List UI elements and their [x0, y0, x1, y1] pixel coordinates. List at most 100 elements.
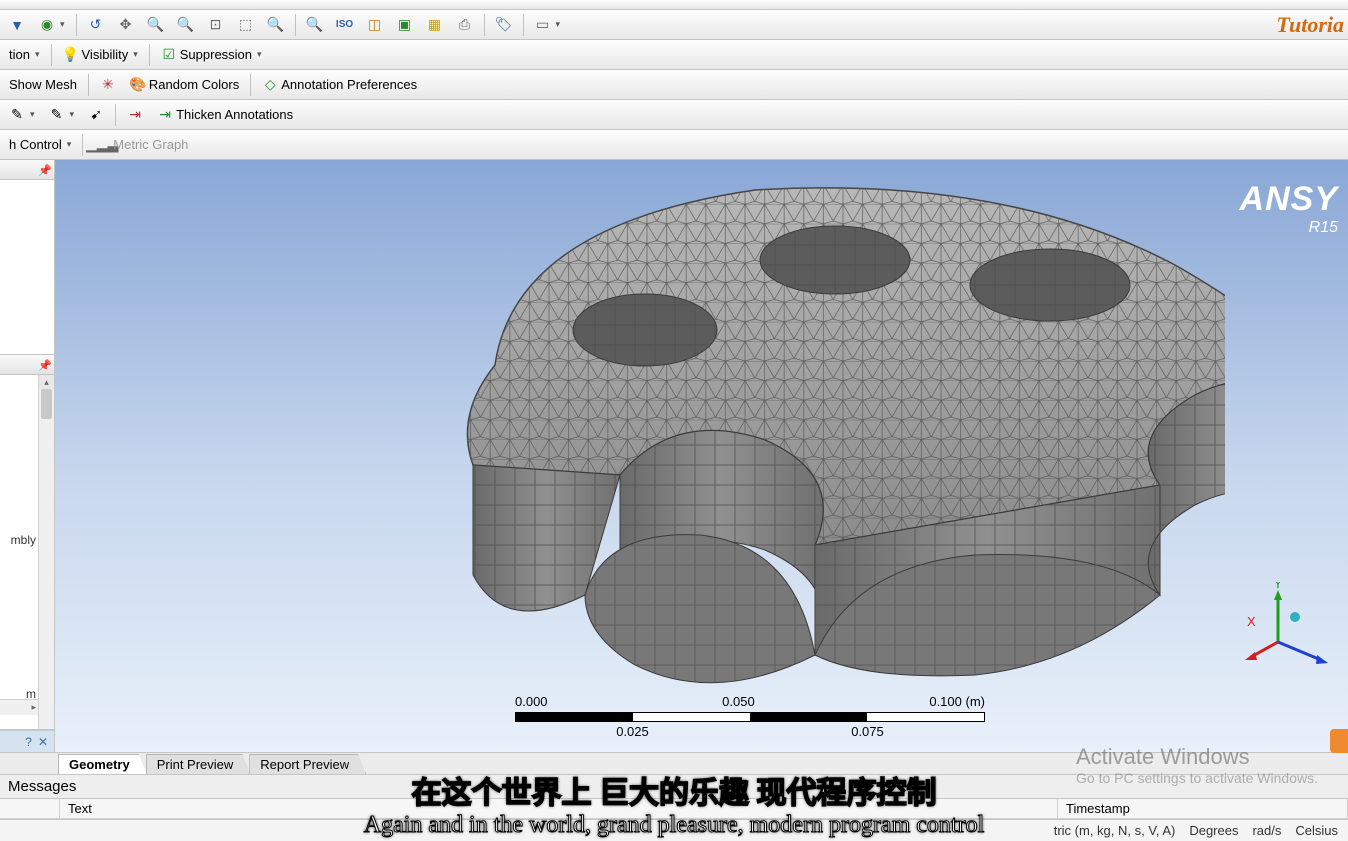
rotate-button[interactable]: 🔍 [302, 13, 328, 37]
show-mesh-button[interactable]: Show Mesh [4, 73, 82, 97]
tab-geometry[interactable]: Geometry [58, 754, 147, 774]
pan-button[interactable]: ✥ [113, 13, 139, 37]
random-colors-button[interactable]: 🎨Random Colors [125, 73, 244, 97]
prev-view-icon: ▣ [397, 17, 413, 33]
status-rads: rad/s [1252, 823, 1281, 838]
side-widget[interactable] [1330, 729, 1348, 753]
box-zoom-button[interactable]: ⬚ [233, 13, 259, 37]
look-at-icon: ◫ [367, 17, 383, 33]
separator [523, 14, 524, 36]
body-dropdown[interactable]: ◉ [34, 13, 70, 37]
help-button[interactable]: ? [25, 735, 32, 749]
details-panel-header: 📌 [0, 355, 54, 375]
cube-icon: ◉ [39, 17, 55, 33]
messages-panel: Messages Text Timestamp [0, 774, 1348, 819]
separator [149, 44, 150, 66]
print-button[interactable]: ⎙ [452, 13, 478, 37]
col-text[interactable]: Text [60, 799, 1058, 818]
palette-icon: 🎨 [130, 77, 146, 93]
status-bar: tric (m, kg, N, s, V, A) Degrees rad/s C… [0, 819, 1348, 841]
suppression-dropdown[interactable]: ☑Suppression [156, 43, 267, 67]
iso-button[interactable]: ISO [332, 13, 358, 37]
annotation-prefs-button[interactable]: ◇Annotation Preferences [257, 73, 422, 97]
col-icon[interactable] [0, 799, 60, 818]
zoom-in-icon: 🔍 [148, 17, 164, 33]
outline-tree[interactable] [0, 180, 54, 354]
pin-icon[interactable]: 📌 [38, 164, 50, 176]
check-icon: ☑ [161, 47, 177, 63]
close-button[interactable]: ✕ [38, 735, 48, 749]
zoom-fit-icon: ⊡ [208, 17, 224, 33]
rotate-icon: 🔍 [307, 17, 323, 33]
scale-bar-graphic [515, 712, 985, 722]
size-button[interactable]: ⇥ [122, 103, 148, 127]
hscrollbar[interactable]: ▸ [0, 699, 38, 715]
axis-triad[interactable]: Y X [1243, 582, 1333, 672]
filter-icon: ▼ [9, 17, 25, 33]
details-panel-cropped: 📌 ▴ mbly m ▸ [0, 355, 54, 730]
image-button[interactable]: ▦ [422, 13, 448, 37]
status-units: tric (m, kg, N, s, V, A) [1054, 823, 1176, 838]
details-grid[interactable]: ▴ mbly m ▸ [0, 375, 54, 729]
selection-dropdown[interactable]: tion [4, 43, 45, 67]
toolbar-mesh-control: h Control ▁▂▃Metric Graph [0, 130, 1348, 160]
size-icon: ⇥ [127, 107, 143, 123]
separator [82, 134, 83, 156]
box-zoom-icon: ⬚ [238, 17, 254, 33]
edge-tool2[interactable]: ✎ [44, 103, 80, 127]
left-sidebar: 📌 📌 ▴ mbly m ▸ ? ✕ [0, 160, 55, 752]
arrow-icon: ➹ [88, 107, 104, 123]
pin-icon[interactable]: 📌 [38, 359, 50, 371]
edge-tool1[interactable]: ✎ [4, 103, 40, 127]
thicken-button[interactable]: ⇥Thicken Annotations [152, 103, 298, 127]
tab-report-preview[interactable]: Report Preview [249, 754, 366, 774]
mesh-control-dropdown[interactable]: h Control [4, 133, 76, 157]
probe-button[interactable]: ✳ [95, 73, 121, 97]
tag-button[interactable]: 🏷 [491, 13, 517, 37]
thicken-icon: ⇥ [157, 107, 173, 123]
tag-icon: 🏷 [496, 17, 512, 33]
zoom-out-button[interactable]: 🔍 [173, 13, 199, 37]
prev-view-button[interactable]: ▣ [392, 13, 418, 37]
toolbar-view: ▼ ◉ ↺ ✥ 🔍 🔍 ⊡ ⬚ 🔍 🔍 ISO ◫ ▣ ▦ ⎙ 🏷 ▭ Tuto… [0, 10, 1348, 40]
messages-title: Messages [0, 775, 1348, 799]
col-timestamp[interactable]: Timestamp [1058, 799, 1348, 818]
separator [51, 44, 52, 66]
scroll-up-icon[interactable]: ▴ [39, 375, 54, 389]
zoom-in-button[interactable]: 🔍 [143, 13, 169, 37]
look-at-button[interactable]: ◫ [362, 13, 388, 37]
select-mode-dropdown[interactable]: ▭ [530, 13, 566, 37]
meshed-model [255, 165, 1225, 725]
ansys-watermark: ANSY R15 [1240, 180, 1338, 237]
separator [115, 104, 116, 126]
zoom-sel-button[interactable]: 🔍 [263, 13, 289, 37]
scroll-thumb[interactable] [41, 389, 52, 419]
select-mode-icon: ▭ [535, 17, 551, 33]
panel-close-bar: ? ✕ [0, 730, 54, 752]
scale-bar: 0.000 0.050 0.100 (m) 0.025 0.075 [515, 694, 985, 734]
separator [250, 74, 251, 96]
separator [76, 14, 77, 36]
separator [484, 14, 485, 36]
visibility-dropdown[interactable]: 💡Visibility [58, 43, 143, 67]
status-degrees: Degrees [1189, 823, 1238, 838]
print-icon: ⎙ [457, 17, 473, 33]
chart-icon: ▁▂▃ [94, 137, 110, 153]
annot-pref-icon: ◇ [262, 77, 278, 93]
zoom-out-icon: 🔍 [178, 17, 194, 33]
status-celsius: Celsius [1295, 823, 1338, 838]
separator [295, 14, 296, 36]
arrow-button[interactable]: ➹ [83, 103, 109, 127]
image-icon: ▦ [427, 17, 443, 33]
toolbar-display: tion 💡Visibility ☑Suppression [0, 40, 1348, 70]
undo-button[interactable]: ↺ [83, 13, 109, 37]
tab-print-preview[interactable]: Print Preview [146, 754, 251, 774]
row-assembly: mbly [11, 533, 36, 547]
zoom-fit-button[interactable]: ⊡ [203, 13, 229, 37]
metric-graph-button[interactable]: ▁▂▃Metric Graph [89, 133, 193, 157]
brand-logo-cropped: Tutoria [1276, 12, 1344, 38]
filter-button[interactable]: ▼ [4, 13, 30, 37]
viewport-3d[interactable]: ANSY R15 [55, 160, 1348, 752]
edge2-icon: ✎ [49, 107, 65, 123]
scrollbar[interactable]: ▴ [38, 375, 54, 729]
